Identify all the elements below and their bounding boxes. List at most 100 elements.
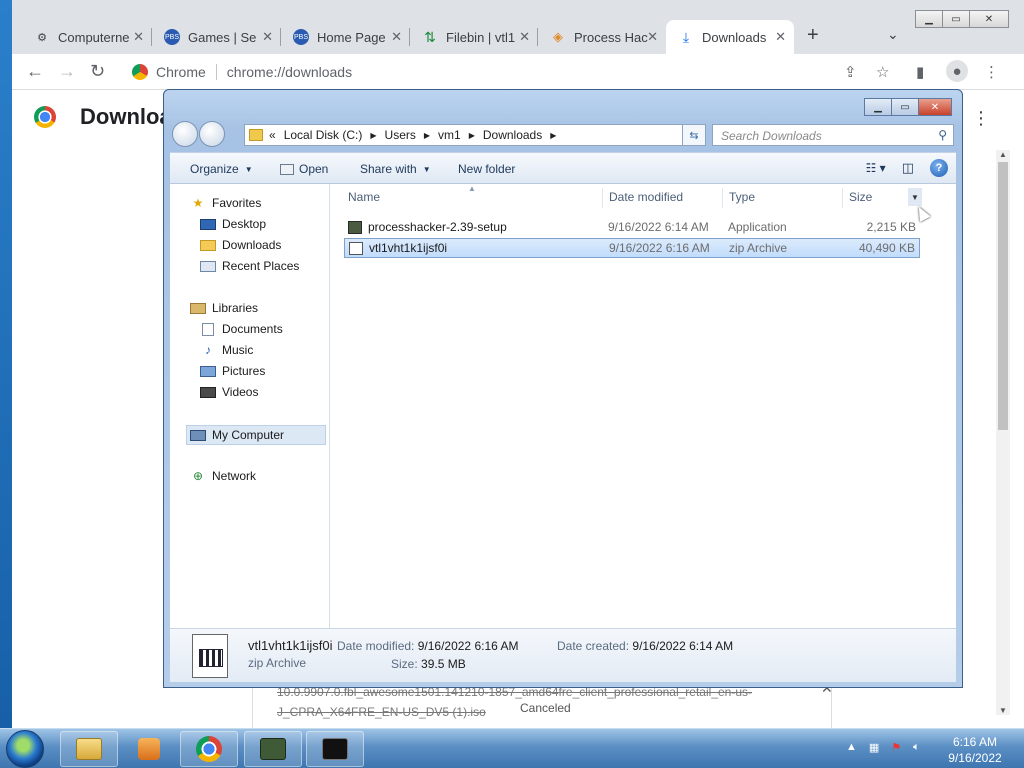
- file-row-selected[interactable]: vtl1vht1k1ijsf0i 9/16/2022 6:16 AM zip A…: [344, 238, 920, 258]
- back-button[interactable]: [172, 121, 198, 147]
- side-panel-icon[interactable]: ▮: [916, 63, 924, 81]
- show-hidden-icons-icon[interactable]: ▲: [846, 741, 857, 754]
- column-header-date-modified[interactable]: Date modified: [609, 190, 683, 204]
- breadcrumb-local-disk[interactable]: Local Disk (C:): [284, 128, 363, 142]
- nav-downloads[interactable]: Downloads: [200, 238, 281, 252]
- tab-games[interactable]: PBS Games | Se ✕: [152, 20, 281, 54]
- scroll-up-icon[interactable]: ▲: [999, 150, 1007, 159]
- file-date: 9/16/2022 6:14 AM: [608, 220, 709, 234]
- file-date: 9/16/2022 6:16 AM: [609, 241, 710, 255]
- chevron-down-icon: ▼: [422, 164, 431, 174]
- nav-my-computer[interactable]: My Computer: [186, 425, 326, 445]
- taskbar-command-prompt[interactable]: [306, 731, 364, 767]
- forward-arrow-icon[interactable]: →: [58, 61, 76, 82]
- nav-documents[interactable]: Documents: [200, 322, 283, 336]
- new-tab-icon[interactable]: +: [807, 24, 819, 47]
- nav-recent-places[interactable]: Recent Places: [200, 259, 299, 273]
- volume-icon[interactable]: 🔈︎: [913, 741, 920, 754]
- forward-button[interactable]: [199, 121, 225, 147]
- nav-label: Libraries: [212, 301, 259, 315]
- chevron-down-icon[interactable]: ⌄: [887, 26, 899, 43]
- open-button[interactable]: Open: [280, 162, 328, 176]
- scrollbar-thumb[interactable]: [998, 162, 1008, 430]
- start-button[interactable]: [6, 730, 44, 768]
- network-status-icon[interactable]: ▦: [869, 741, 879, 754]
- share-icon[interactable]: ⇪: [844, 63, 857, 81]
- close-tab-icon[interactable]: ✕: [391, 29, 402, 45]
- nav-pictures[interactable]: Pictures: [200, 364, 265, 378]
- nav-desktop[interactable]: Desktop: [200, 217, 266, 231]
- chevron-down-icon[interactable]: ▼: [908, 188, 922, 206]
- help-icon[interactable]: ?: [930, 159, 948, 177]
- breadcrumb-users[interactable]: Users: [385, 128, 416, 142]
- chevron-right-icon[interactable]: ▶: [469, 131, 475, 140]
- chrome-logo-icon: [34, 106, 56, 128]
- chrome-icon: [196, 736, 222, 762]
- file-size: 40,490 KB: [858, 241, 915, 255]
- taskbar-explorer[interactable]: [60, 731, 118, 767]
- close-tab-icon[interactable]: ✕: [519, 29, 530, 45]
- search-input[interactable]: Search Downloads ⚲: [712, 124, 954, 146]
- desktop-background: [0, 0, 12, 730]
- tab-home-page[interactable]: PBS Home Page ✕: [281, 20, 410, 54]
- network-icon: ⊕: [192, 469, 204, 483]
- nav-label: Pictures: [222, 364, 266, 378]
- close-tab-icon[interactable]: ✕: [262, 29, 273, 45]
- minimize-icon[interactable]: ▁: [864, 98, 892, 116]
- downloads-more-icon[interactable]: ⋮: [972, 108, 990, 129]
- file-row[interactable]: processhacker-2.39-setup 9/16/2022 6:14 …: [344, 217, 920, 237]
- chevron-right-icon[interactable]: ▶: [550, 131, 556, 140]
- reload-icon[interactable]: ↻: [90, 61, 105, 82]
- refresh-icon[interactable]: ⇆: [682, 124, 706, 146]
- taskbar-chrome[interactable]: [180, 731, 238, 767]
- organize-button[interactable]: Organize ▼: [190, 162, 253, 176]
- nav-libraries[interactable]: Libraries: [190, 301, 258, 315]
- nav-music[interactable]: ♪ Music: [200, 343, 253, 357]
- column-header-name[interactable]: Name: [348, 190, 380, 204]
- breadcrumb-overflow[interactable]: «: [269, 128, 276, 142]
- tab-downloads[interactable]: ⤓ Downloads ✕: [666, 20, 794, 54]
- chevron-right-icon[interactable]: ▶: [424, 131, 430, 140]
- column-header-type[interactable]: Type: [729, 190, 755, 204]
- profile-avatar-icon[interactable]: ●: [946, 60, 968, 82]
- column-header-size[interactable]: Size: [849, 190, 872, 204]
- breadcrumb[interactable]: « Local Disk (C:) ▶ Users ▶ vm1 ▶ Downlo…: [244, 124, 704, 146]
- more-menu-icon[interactable]: ⋮: [984, 63, 999, 81]
- address-bar[interactable]: Chrome chrome://downloads: [124, 58, 884, 86]
- scroll-down-icon[interactable]: ▼: [999, 706, 1007, 715]
- view-buttons: ☷ ▾ ◫ ?: [866, 159, 948, 177]
- breadcrumb-downloads[interactable]: Downloads: [483, 128, 542, 142]
- taskbar-clock[interactable]: 6:16 AM 9/16/2022: [940, 734, 1010, 766]
- close-icon[interactable]: ✕: [918, 98, 952, 116]
- url-text: chrome://downloads: [226, 64, 353, 80]
- nav-network[interactable]: ⊕ Network: [190, 469, 256, 483]
- close-tab-icon[interactable]: ✕: [647, 29, 658, 45]
- taskbar-media-player[interactable]: [120, 731, 178, 767]
- back-arrow-icon[interactable]: ←: [26, 61, 44, 82]
- tab-process-hacker[interactable]: ◈ Process Hac ✕: [538, 20, 666, 54]
- chevron-right-icon[interactable]: ▶: [370, 131, 376, 140]
- maximize-icon[interactable]: ▭: [942, 10, 970, 28]
- music-icon: ♪: [205, 343, 211, 357]
- share-with-label: Share with: [360, 162, 417, 176]
- action-center-flag-icon[interactable]: ⚑: [891, 741, 901, 754]
- preview-pane-icon[interactable]: ◫: [902, 160, 914, 176]
- breadcrumb-vm1[interactable]: vm1: [438, 128, 461, 142]
- new-folder-button[interactable]: New folder: [458, 162, 515, 176]
- page-scrollbar[interactable]: ▲ ▼: [996, 150, 1010, 715]
- minimize-icon[interactable]: ▁: [915, 10, 943, 28]
- close-tab-icon[interactable]: ✕: [133, 29, 144, 45]
- change-view-icon[interactable]: ☷ ▾: [866, 161, 886, 175]
- chevron-down-icon: ▼: [244, 164, 253, 174]
- star-icon[interactable]: ☆: [876, 63, 889, 81]
- tab-computerne[interactable]: ⚙ Computerne ✕: [22, 20, 152, 54]
- nav-label: Recent Places: [222, 259, 300, 273]
- share-with-button[interactable]: Share with ▼: [360, 162, 431, 176]
- close-tab-icon[interactable]: ✕: [775, 29, 786, 45]
- close-icon[interactable]: ✕: [969, 10, 1009, 28]
- maximize-icon[interactable]: ▭: [891, 98, 919, 116]
- nav-favorites[interactable]: ★ Favorites: [190, 196, 262, 210]
- tab-filebin[interactable]: ⇅ Filebin | vtl1 ✕: [410, 20, 538, 54]
- nav-videos[interactable]: Videos: [200, 385, 258, 399]
- taskbar-process-hacker[interactable]: [244, 731, 302, 767]
